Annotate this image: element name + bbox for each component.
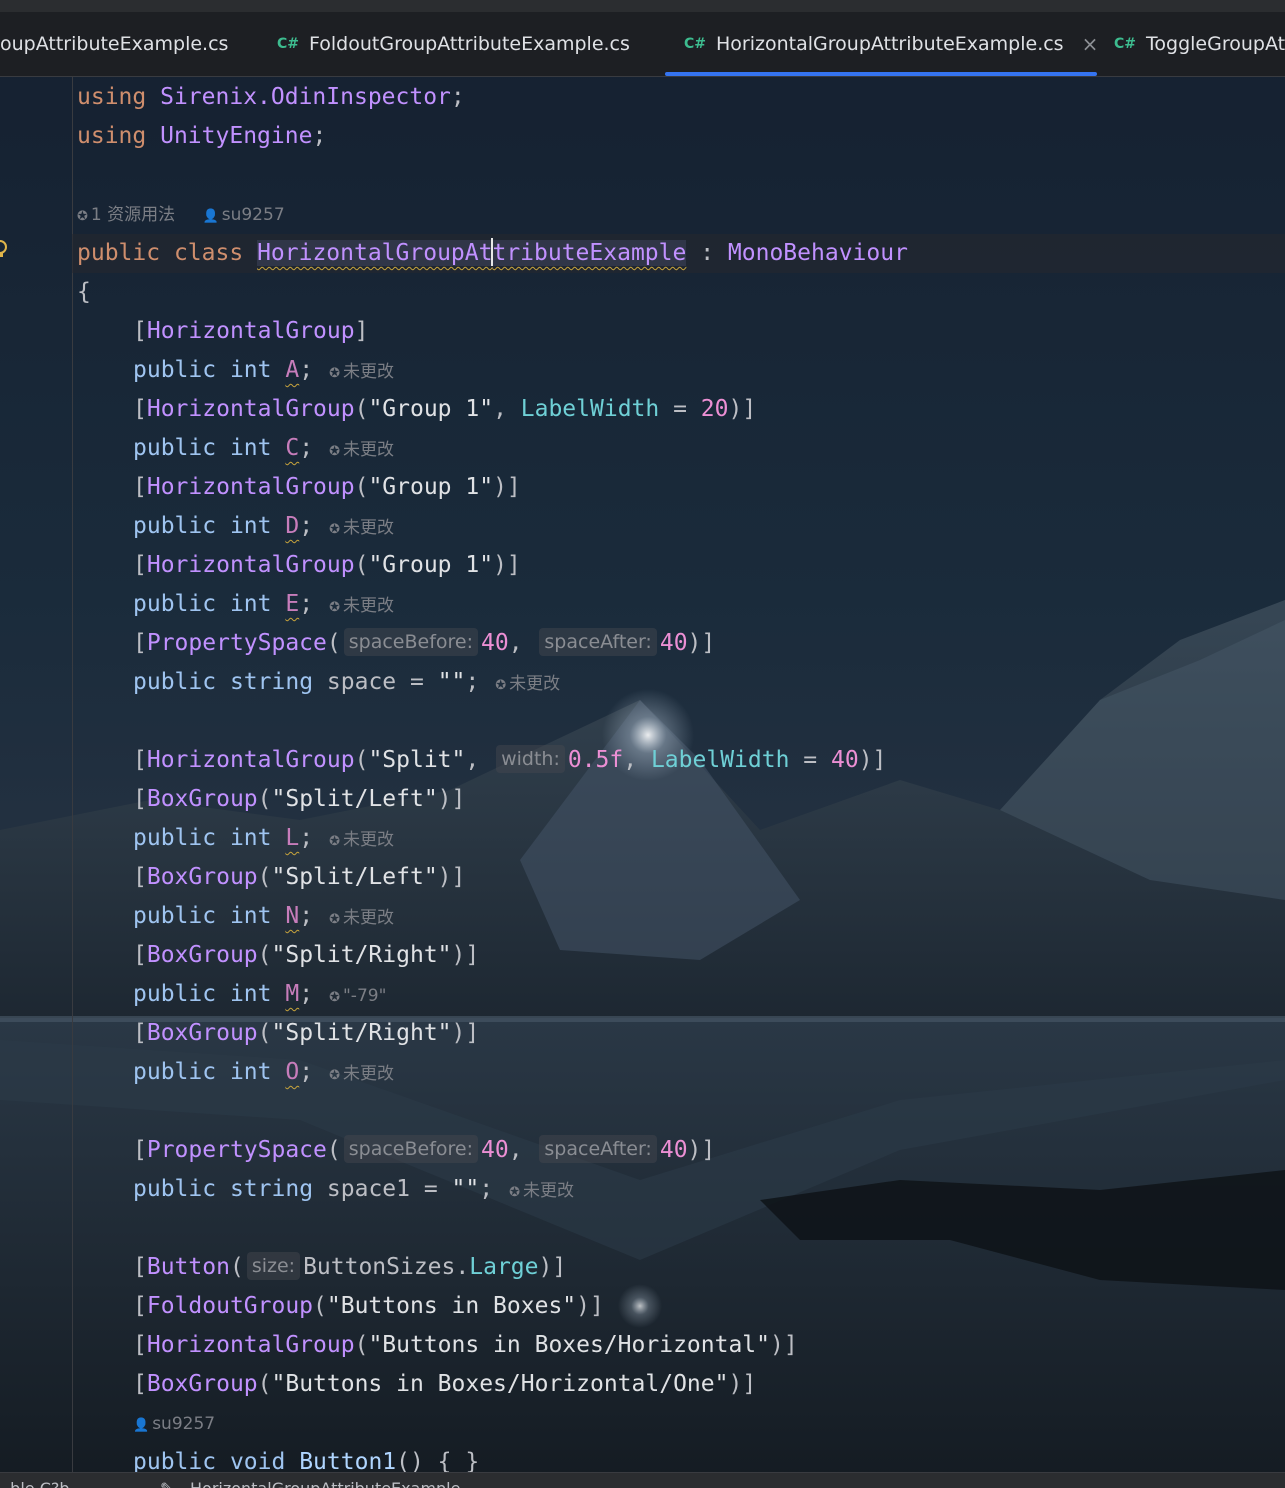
- code-line[interactable]: [HorizontalGroup("Group 1")]: [133, 468, 521, 507]
- inspector-value-hint: ✪ 未更改: [329, 362, 394, 382]
- inspector-value-hint: ✪ 未更改: [329, 1064, 394, 1084]
- code-line[interactable]: [BoxGroup("Split/Right")]: [133, 936, 479, 975]
- code-line[interactable]: [HorizontalGroup("Group 1")]: [133, 546, 521, 585]
- field-name[interactable]: O: [285, 1059, 299, 1085]
- code-line[interactable]: public int N; ✪ 未更改: [133, 897, 394, 936]
- code-line[interactable]: [HorizontalGroup("Split", width: 0.5f, La…: [133, 741, 886, 780]
- code-line[interactable]: public int A; ✪ 未更改: [133, 351, 394, 390]
- gutter-divider: [72, 76, 73, 1472]
- code-line[interactable]: public int D; ✪ 未更改: [133, 507, 394, 546]
- parameter-hint: spaceAfter:: [539, 627, 657, 656]
- window-top-strip: [0, 0, 1285, 12]
- tab-toggle-group-attribute-example[interactable]: C# ToggleGroupAt: [1114, 12, 1285, 76]
- lightbulb-icon[interactable]: [0, 240, 8, 258]
- text-cursor: [491, 237, 494, 266]
- code-line[interactable]: public string space1 = ""; ✪ 未更改: [133, 1170, 574, 1209]
- namespace: Sirenix.OdinInspector: [160, 84, 451, 110]
- class-name[interactable]: HorizontalGroupAttributeExample: [257, 237, 687, 266]
- author-label: su9257: [221, 205, 285, 225]
- code-line[interactable]: [HorizontalGroup]: [133, 312, 368, 351]
- code-line[interactable]: public int L; ✪ 未更改: [133, 819, 394, 858]
- tab-label: oupAttributeExample.cs: [0, 33, 229, 55]
- keyword: class: [173, 240, 244, 266]
- field-name[interactable]: M: [285, 981, 299, 1007]
- author-icon: 👤: [202, 209, 219, 224]
- csharp-file-icon: C#: [1114, 36, 1137, 52]
- code-line[interactable]: [PropertySpace(spaceBefore: 40, spaceAfte…: [133, 624, 715, 663]
- field-name[interactable]: A: [285, 357, 299, 383]
- code-line[interactable]: public int M; ✪ "-79": [133, 975, 386, 1014]
- tab-label: FoldoutGroupAttributeExample.cs: [309, 33, 630, 55]
- csharp-file-icon: C#: [684, 36, 707, 52]
- field-name[interactable]: space: [327, 669, 396, 695]
- namespace: UnityEngine: [160, 123, 313, 149]
- status-bar: ..ble C?b ✎ HorizontalGroupAttributeExam…: [0, 1472, 1285, 1488]
- keyword: using: [77, 84, 147, 110]
- inspector-value-hint: ✪ 未更改: [495, 674, 561, 694]
- parameter-hint: size:: [246, 1251, 301, 1280]
- editor-tab-bar: oupAttributeExample.cs C# FoldoutGroupAt…: [0, 12, 1285, 77]
- tab-foldout-group-attribute-example[interactable]: C# FoldoutGroupAttributeExample.cs: [277, 12, 630, 76]
- code-line[interactable]: [PropertySpace(spaceBefore: 40, spaceAfte…: [133, 1131, 715, 1170]
- keyword: using: [77, 123, 147, 149]
- parameter-hint: width:: [496, 744, 565, 773]
- keyword: public: [77, 240, 161, 266]
- tab-label: ToggleGroupAt: [1146, 33, 1285, 55]
- unity-usage-icon: ✪: [77, 209, 88, 224]
- field-name[interactable]: N: [285, 903, 299, 929]
- author-icon: 👤: [133, 1418, 150, 1433]
- inspector-value-hint: ✪ 未更改: [509, 1181, 575, 1201]
- field-name[interactable]: D: [285, 513, 299, 539]
- code-line[interactable]: public int O; ✪ 未更改: [133, 1053, 394, 1092]
- tab-horizontal-group-attribute-example[interactable]: C# HorizontalGroupAttributeExample.cs ×: [665, 12, 1099, 76]
- tab-group-attribute-example[interactable]: oupAttributeExample.cs: [0, 12, 228, 76]
- inspector-value-hint: ✪ "-79": [329, 986, 387, 1006]
- tab-label: HorizontalGroupAttributeExample.cs: [716, 33, 1064, 55]
- code-line[interactable]: [BoxGroup("Split/Left")]: [133, 858, 465, 897]
- field-name[interactable]: space1: [327, 1176, 410, 1202]
- inspector-value-hint: ✪ 未更改: [329, 596, 394, 616]
- field-name[interactable]: C: [285, 435, 299, 461]
- code-line[interactable]: public int E; ✪ 未更改: [133, 585, 394, 624]
- code-line[interactable]: [BoxGroup("Buttons in Boxes/Horizontal/O…: [133, 1365, 756, 1404]
- code-line[interactable]: public int C; ✪ 未更改: [133, 429, 394, 468]
- code-lens[interactable]: ✪ 1 资源用法 👤 su9257: [77, 200, 285, 230]
- code-line[interactable]: using UnityEngine;: [77, 117, 326, 156]
- inspector-value-hint: ✪ 未更改: [329, 518, 394, 538]
- parameter-hint: spaceBefore:: [343, 1134, 478, 1163]
- field-name[interactable]: L: [285, 825, 299, 851]
- usages-count[interactable]: 1 资源用法: [91, 205, 175, 225]
- code-line[interactable]: [BoxGroup("Split/Left")]: [133, 780, 465, 819]
- inspector-value-hint: ✪ 未更改: [329, 908, 394, 928]
- inspector-value-hint: ✪ 未更改: [329, 830, 394, 850]
- code-line[interactable]: [Button(size: ButtonSizes.Large)]: [133, 1248, 566, 1287]
- code-line[interactable]: public class HorizontalGroupAttributeExa…: [77, 234, 908, 273]
- code-line[interactable]: {: [77, 273, 91, 312]
- code-line[interactable]: public string space = ""; ✪ 未更改: [133, 663, 560, 702]
- csharp-file-icon: C#: [277, 36, 300, 52]
- code-lens[interactable]: 👤 su9257: [133, 1409, 215, 1439]
- close-tab-icon[interactable]: ×: [1082, 32, 1099, 56]
- code-line[interactable]: [HorizontalGroup("Group 1", LabelWidth =…: [133, 390, 756, 429]
- code-line[interactable]: [HorizontalGroup("Buttons in Boxes/Horiz…: [133, 1326, 798, 1365]
- field-name[interactable]: E: [285, 591, 299, 617]
- code-line[interactable]: [BoxGroup("Split/Right")]: [133, 1014, 479, 1053]
- code-line[interactable]: [FoldoutGroup("Buttons in Boxes")]: [133, 1287, 604, 1326]
- base-class[interactable]: MonoBehaviour: [728, 240, 908, 266]
- code-line[interactable]: using Sirenix.OdinInspector;: [77, 78, 465, 117]
- inspector-value-hint: ✪ 未更改: [329, 440, 394, 460]
- author-label: su9257: [152, 1414, 216, 1434]
- parameter-hint: spaceAfter:: [539, 1134, 657, 1163]
- parameter-hint: spaceBefore:: [343, 627, 478, 656]
